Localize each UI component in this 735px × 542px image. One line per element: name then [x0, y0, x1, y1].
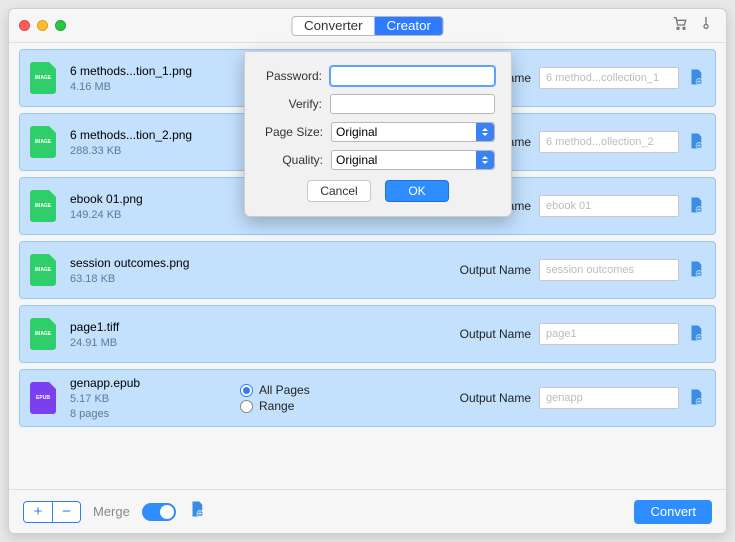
titlebar: Converter Creator	[9, 9, 726, 43]
file-size: 288.33 KB	[70, 145, 240, 157]
quality-label: Quality:	[261, 153, 331, 167]
file-type-icon: IMAGE	[30, 318, 56, 350]
password-label: Password:	[261, 69, 330, 83]
pagesize-label: Page Size:	[261, 125, 331, 139]
list-item[interactable]: IMAGE session outcomes.png 63.18 KB Outp…	[19, 241, 716, 299]
file-settings-icon[interactable]	[687, 68, 705, 89]
file-name: ebook 01.png	[70, 192, 240, 206]
radio-all-pages-label: All Pages	[259, 383, 310, 397]
chevron-updown-icon	[476, 151, 494, 169]
file-settings-icon[interactable]	[687, 132, 705, 153]
chevron-updown-icon	[476, 123, 494, 141]
remove-button[interactable]: −	[52, 502, 80, 522]
page-range-group: All Pages Range	[240, 381, 380, 415]
list-item[interactable]: IMAGE page1.tiff 24.91 MB Output Name	[19, 305, 716, 363]
output-name-label: Output Name	[460, 263, 531, 277]
tab-converter[interactable]: Converter	[292, 17, 375, 35]
file-type-icon: IMAGE	[30, 190, 56, 222]
file-size: 149.24 KB	[70, 209, 240, 221]
output-name-label: Output Name	[460, 391, 531, 405]
file-settings-icon[interactable]	[687, 324, 705, 345]
merge-label: Merge	[93, 504, 130, 519]
add-button[interactable]: +	[24, 502, 52, 522]
cancel-button[interactable]: Cancel	[307, 180, 371, 202]
minimize-window-icon[interactable]	[37, 20, 48, 31]
file-type-icon: IMAGE	[30, 126, 56, 158]
radio-range-label: Range	[259, 399, 294, 413]
settings-sheet: Password: Verify: Page Size: Original Qu…	[244, 51, 512, 217]
zoom-window-icon[interactable]	[55, 20, 66, 31]
close-window-icon[interactable]	[19, 20, 30, 31]
pagesize-select[interactable]: Original	[331, 122, 495, 142]
pagesize-value: Original	[336, 125, 377, 139]
file-settings-icon[interactable]	[687, 388, 705, 409]
quality-select[interactable]: Original	[331, 150, 495, 170]
thermometer-icon[interactable]	[698, 15, 714, 36]
password-input[interactable]	[330, 66, 495, 86]
file-size: 4.16 MB	[70, 81, 240, 93]
add-remove-group: + −	[23, 501, 81, 523]
output-name-input[interactable]	[539, 259, 679, 281]
file-type-icon: IMAGE	[30, 254, 56, 286]
output-name-input[interactable]	[539, 195, 679, 217]
file-pages: 8 pages	[70, 408, 240, 420]
verify-label: Verify:	[261, 97, 330, 111]
output-name-label: Output Name	[460, 327, 531, 341]
tab-creator[interactable]: Creator	[375, 17, 443, 35]
radio-range[interactable]	[240, 400, 253, 413]
mode-switcher: Converter Creator	[291, 16, 444, 36]
file-settings-icon[interactable]	[687, 260, 705, 281]
file-size: 24.91 MB	[70, 337, 240, 349]
file-name: 6 methods...tion_2.png	[70, 128, 240, 142]
file-name: genapp.epub	[70, 376, 240, 390]
quality-value: Original	[336, 153, 377, 167]
footer: + − Merge Convert	[9, 489, 726, 533]
output-name-input[interactable]	[539, 387, 679, 409]
file-name: page1.tiff	[70, 320, 240, 334]
convert-button[interactable]: Convert	[634, 500, 712, 524]
output-name-input[interactable]	[539, 67, 679, 89]
cart-icon[interactable]	[672, 15, 688, 36]
output-name-input[interactable]	[539, 131, 679, 153]
file-settings-icon[interactable]	[687, 196, 705, 217]
app-window: Converter Creator IMAGE 6 methods...tion…	[8, 8, 727, 534]
output-name-input[interactable]	[539, 323, 679, 345]
file-type-icon: EPUB	[30, 382, 56, 414]
list-item[interactable]: EPUB genapp.epub 5.17 KB 8 pages All Pag…	[19, 369, 716, 427]
file-name: session outcomes.png	[70, 256, 240, 270]
window-controls	[19, 20, 66, 31]
global-settings-icon[interactable]	[188, 500, 206, 523]
file-name: 6 methods...tion_1.png	[70, 64, 240, 78]
file-size: 5.17 KB	[70, 393, 240, 405]
merge-toggle[interactable]	[142, 503, 176, 521]
file-type-icon: IMAGE	[30, 62, 56, 94]
file-size: 63.18 KB	[70, 273, 240, 285]
ok-button[interactable]: OK	[385, 180, 449, 202]
radio-all-pages[interactable]	[240, 384, 253, 397]
verify-input[interactable]	[330, 94, 495, 114]
